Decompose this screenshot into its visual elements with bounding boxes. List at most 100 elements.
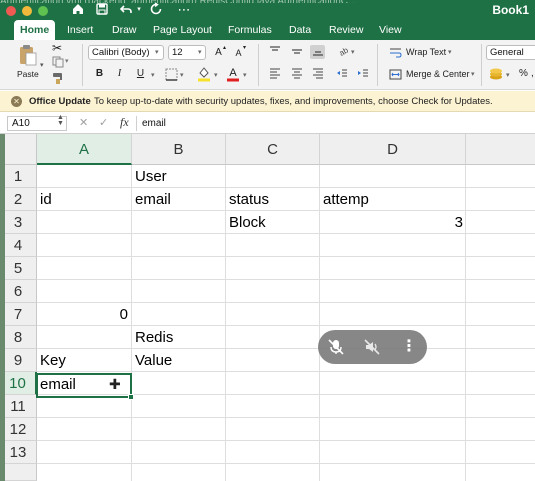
zoom-window-button[interactable] <box>38 6 48 16</box>
row-header-8[interactable]: 8 <box>0 326 37 349</box>
column-header-e[interactable] <box>466 134 535 165</box>
tab-insert[interactable]: Insert <box>61 20 99 40</box>
save-icon[interactable] <box>94 2 110 18</box>
minimize-window-button[interactable] <box>22 6 32 16</box>
worksheet-grid[interactable]: A B C D 1 2 3 4 5 6 7 8 9 10 11 12 13 Us… <box>0 134 535 481</box>
row-header-13[interactable]: 13 <box>0 441 37 464</box>
percent-style-button[interactable]: % <box>519 68 528 79</box>
paste-icon[interactable] <box>17 43 39 67</box>
cell-a2[interactable]: id <box>37 188 131 211</box>
undo-icon[interactable] <box>118 2 134 18</box>
wrap-text-dropdown-icon[interactable]: ▾ <box>448 48 452 56</box>
orientation-dropdown-icon[interactable]: ▾ <box>351 48 355 56</box>
accounting-format-icon[interactable] <box>488 67 504 81</box>
row-header-2[interactable]: 2 <box>0 188 37 211</box>
font-name-select[interactable]: Calibri (Body) <box>88 45 164 60</box>
format-painter-icon[interactable] <box>52 72 65 85</box>
mic-off-icon[interactable] <box>327 338 345 356</box>
accounting-dropdown-icon[interactable]: ▾ <box>506 71 510 79</box>
row-header-9[interactable]: 9 <box>0 349 37 372</box>
cancel-entry-icon[interactable]: ✕ <box>79 116 88 131</box>
merge-center-button[interactable]: Merge & Center <box>406 69 470 79</box>
cell-b1[interactable]: User <box>132 165 226 188</box>
speaker-off-icon[interactable] <box>363 338 381 356</box>
row-header-7[interactable]: 7 <box>0 303 37 326</box>
home-icon[interactable] <box>70 2 86 18</box>
tab-data[interactable]: Data <box>283 20 317 40</box>
tab-page-layout[interactable]: Page Layout <box>147 20 218 40</box>
wrap-text-icon[interactable] <box>389 47 402 58</box>
close-circle-icon[interactable]: ✕ <box>11 96 22 107</box>
tab-view[interactable]: View <box>373 20 408 40</box>
paste-dropdown-icon[interactable]: ▾ <box>40 61 44 69</box>
merge-center-icon[interactable] <box>389 69 402 80</box>
cell-a7[interactable]: 0 <box>37 303 131 326</box>
align-center-icon[interactable] <box>289 67 304 81</box>
increase-indent-icon[interactable] <box>355 67 370 81</box>
column-header-b[interactable]: B <box>132 134 226 165</box>
tab-home[interactable]: Home <box>14 20 56 40</box>
column-header-c[interactable]: C <box>226 134 320 165</box>
align-middle-icon[interactable] <box>289 45 304 59</box>
column-header-a[interactable]: A <box>37 134 132 165</box>
insert-function-button[interactable]: fx <box>120 115 129 130</box>
font-size-dropdown-icon[interactable]: ▾ <box>198 48 202 56</box>
underline-button[interactable]: U <box>133 67 148 81</box>
borders-dropdown-icon[interactable]: ▾ <box>180 71 184 79</box>
cell-d2[interactable]: attemp <box>320 188 466 211</box>
tab-review[interactable]: Review <box>323 20 369 40</box>
row-header-12[interactable]: 12 <box>0 418 37 441</box>
row-header-6[interactable]: 6 <box>0 280 37 303</box>
column-header-d[interactable]: D <box>320 134 466 165</box>
fill-color-dropdown-icon[interactable]: ▾ <box>214 71 218 79</box>
redo-icon[interactable] <box>148 2 164 18</box>
row-header-4[interactable]: 4 <box>0 234 37 257</box>
decrease-indent-icon[interactable] <box>334 67 349 81</box>
wrap-text-button[interactable]: Wrap Text <box>406 47 446 57</box>
more-vertical-icon[interactable]: ⋮ <box>400 338 418 356</box>
tab-formulas[interactable]: Formulas <box>222 20 278 40</box>
align-top-icon[interactable] <box>267 45 282 59</box>
tab-draw[interactable]: Draw <box>106 20 143 40</box>
cell-c2[interactable]: status <box>226 188 320 211</box>
row-header-11[interactable]: 11 <box>0 395 37 418</box>
orientation-icon[interactable]: ab <box>336 45 351 59</box>
fill-color-icon[interactable] <box>197 66 211 82</box>
align-right-icon[interactable] <box>310 67 325 81</box>
cell-a9[interactable]: Key <box>37 349 131 372</box>
font-color-icon[interactable]: A <box>226 66 240 82</box>
italic-button[interactable]: I <box>112 67 127 81</box>
name-box-stepper-icon[interactable]: ▲ ▼ <box>57 114 64 127</box>
confirm-entry-icon[interactable]: ✓ <box>99 116 108 131</box>
row-header-10[interactable]: 10 <box>0 372 37 395</box>
cut-icon[interactable]: ✂ <box>52 41 62 55</box>
copy-icon[interactable] <box>52 56 64 68</box>
select-all-corner[interactable] <box>0 134 37 165</box>
copy-dropdown-icon[interactable]: ▾ <box>65 57 69 65</box>
paste-button-label[interactable]: Paste <box>17 69 39 79</box>
cell-c3[interactable]: Block <box>226 211 320 234</box>
more-commands-icon[interactable]: ⋯ <box>176 2 192 18</box>
row-header-14[interactable] <box>0 464 37 481</box>
cell-b8[interactable]: Redis <box>132 326 226 349</box>
formula-input[interactable]: email <box>142 116 166 131</box>
align-left-icon[interactable] <box>267 67 282 81</box>
undo-dropdown-icon[interactable]: ▾ <box>134 2 144 18</box>
row-header-5[interactable]: 5 <box>0 257 37 280</box>
merge-center-dropdown-icon[interactable]: ▾ <box>471 70 475 78</box>
align-bottom-icon[interactable] <box>310 45 325 59</box>
cell-b9[interactable]: Value <box>132 349 226 372</box>
cell-d3[interactable]: 3 <box>320 211 466 234</box>
close-window-button[interactable] <box>6 6 16 16</box>
bold-button[interactable]: B <box>92 67 107 81</box>
font-color-dropdown-icon[interactable]: ▾ <box>243 71 247 79</box>
comma-style-button[interactable]: , <box>531 68 534 79</box>
row-header-1[interactable]: 1 <box>0 165 37 188</box>
borders-icon[interactable] <box>165 68 178 81</box>
underline-dropdown-icon[interactable]: ▾ <box>151 71 155 79</box>
row-header-3[interactable]: 3 <box>0 211 37 234</box>
number-format-select[interactable]: General <box>486 45 535 60</box>
font-name-dropdown-icon[interactable]: ▾ <box>155 48 159 56</box>
cell-b2[interactable]: email <box>132 188 226 211</box>
fill-handle[interactable] <box>128 394 134 400</box>
